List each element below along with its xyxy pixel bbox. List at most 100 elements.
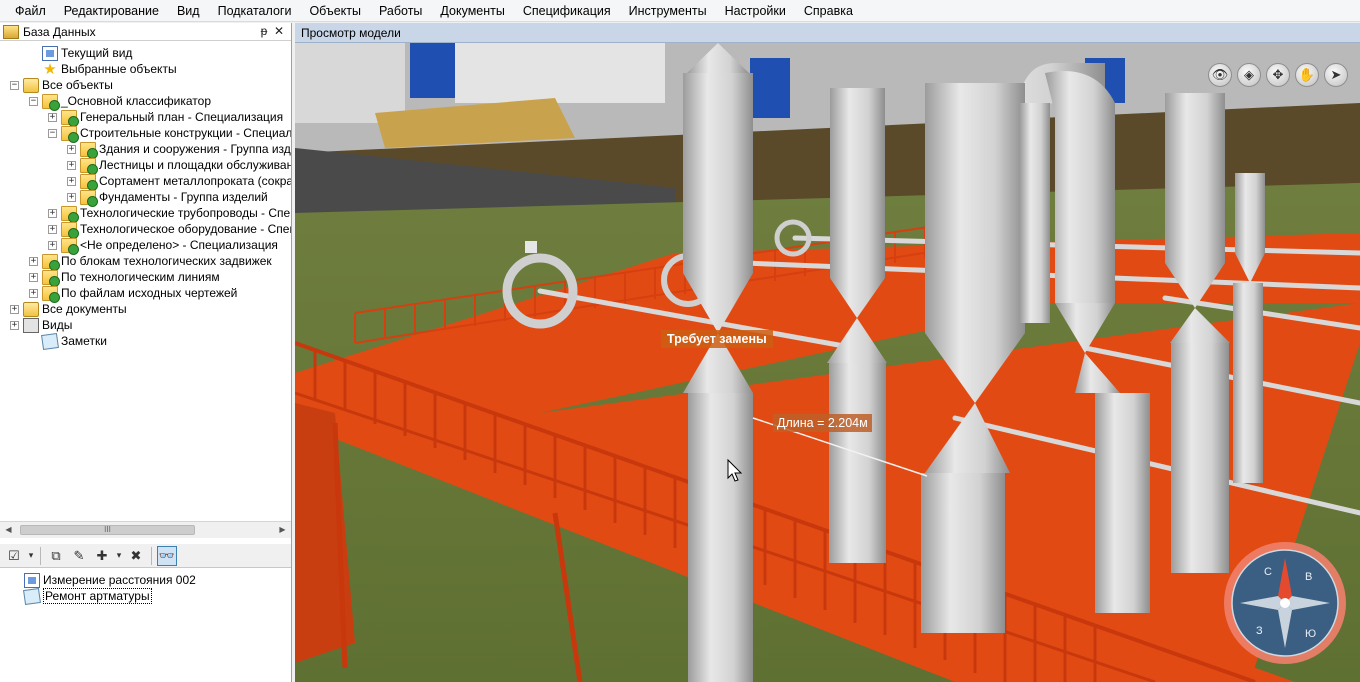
horizontal-scrollbar[interactable]: ◀ III ▶ <box>0 521 291 538</box>
tree-item[interactable]: − _Основной классификатор <box>29 93 211 111</box>
tree-item-label: Все объекты <box>42 78 113 92</box>
pin-icon[interactable]: ᵽ <box>257 23 271 40</box>
folder-icon <box>80 173 98 191</box>
menu-item[interactable]: Работы <box>370 0 431 22</box>
menu-item[interactable]: Спецификация <box>514 0 620 22</box>
tree-item[interactable]: Заметки <box>29 332 107 350</box>
scroll-thumb[interactable]: III <box>20 525 195 535</box>
expand-icon[interactable]: + <box>10 304 19 314</box>
menu-item[interactable]: Файл <box>6 0 55 22</box>
3d-scene[interactable] <box>295 43 1360 682</box>
note-item-label: Измерение расстояния 002 <box>43 573 196 587</box>
tree-item[interactable]: ★ Выбранные объекты <box>29 60 177 78</box>
menu-item[interactable]: Справка <box>795 0 862 22</box>
dropdown-icon[interactable]: ▾ <box>27 546 35 566</box>
note-item[interactable]: Измерение расстояния 002 <box>24 572 196 588</box>
fly-icon[interactable]: ➤ <box>1324 63 1348 87</box>
expand-icon[interactable]: + <box>29 256 38 266</box>
close-icon[interactable]: ✕ <box>272 23 286 40</box>
folder-icon <box>61 205 79 223</box>
tree-item[interactable]: + Технологические трубопроводы - Специа <box>48 205 291 223</box>
expand-icon[interactable]: + <box>48 112 57 122</box>
star-icon: ★ <box>43 60 57 78</box>
scroll-left-icon[interactable]: ◀ <box>0 522 17 538</box>
glasses-icon[interactable]: 👓 <box>157 545 177 566</box>
notes-toolbar: ☑ ▾ ⧉ ✎ ✚ ▾ ✖ 👓 <box>0 544 291 568</box>
tree-item[interactable]: + Сортамент металлопроката (сокраще <box>67 173 291 191</box>
tree-item[interactable]: + <Не определено> - Специализация <box>48 237 278 255</box>
menu-item[interactable]: Документы <box>431 0 513 22</box>
tree-item-label: Лестницы и площадки обслуживания <box>99 158 291 172</box>
compass-south: Ю <box>1305 628 1316 640</box>
tree-item[interactable]: + Генеральный план - Специализация <box>48 109 284 127</box>
collapse-icon[interactable]: − <box>48 128 57 138</box>
menu-item[interactable]: Объекты <box>300 0 370 22</box>
expand-icon[interactable]: + <box>29 288 38 298</box>
note-item[interactable]: Ремонт артматуры <box>23 587 152 605</box>
ruler-icon <box>24 572 40 588</box>
expand-icon[interactable]: + <box>48 208 57 218</box>
expand-icon[interactable]: + <box>67 192 76 202</box>
views-icon <box>23 317 39 333</box>
expand-icon[interactable]: + <box>48 224 57 234</box>
tree-item[interactable]: Текущий вид <box>29 45 132 61</box>
expand-icon[interactable]: + <box>67 176 76 186</box>
database-panel: База Данных ᵽ ✕ Текущий вид ★ Выбранные об… <box>0 23 292 682</box>
tree-item[interactable]: + Виды <box>10 317 72 333</box>
folder-icon <box>61 237 79 255</box>
folder-icon <box>42 93 60 111</box>
tree-item-label: Выбранные объекты <box>61 62 177 76</box>
expand-icon[interactable]: + <box>48 240 57 250</box>
notes-icon <box>41 332 59 350</box>
tree-item-label: Технологические трубопроводы - Специа <box>80 206 291 220</box>
folder-open-icon <box>23 77 39 93</box>
tree-item[interactable]: + По блокам технологических задвижек <box>29 253 272 271</box>
add-note-icon[interactable]: ☑ <box>4 546 24 566</box>
rotate-icon[interactable]: ✥ <box>1266 63 1290 87</box>
menu-item[interactable]: Редактирование <box>55 0 168 22</box>
expand-icon[interactable]: + <box>10 320 19 330</box>
cube-view-icon[interactable]: ◈ <box>1237 63 1261 87</box>
scroll-right-icon[interactable]: ▶ <box>274 522 291 538</box>
tree-item[interactable]: + Лестницы и площадки обслуживания <box>67 157 291 175</box>
folder-icon <box>80 141 98 159</box>
menu-bar: Файл Редактирование Вид Подкаталоги Объекты Р… <box>0 0 1360 22</box>
tree-item-label: Генеральный план - Специализация <box>80 110 284 124</box>
measurement-label[interactable]: Длина = 2.204м <box>773 414 872 432</box>
tree-item[interactable]: − Все объекты <box>10 77 113 93</box>
collapse-icon[interactable]: − <box>29 96 38 106</box>
tree-item[interactable]: + Все документы <box>10 301 127 317</box>
tree-item-label: Виды <box>42 318 73 332</box>
eye-icon[interactable]: 👁 <box>1208 63 1232 87</box>
remove-tag-icon[interactable]: ✖ <box>126 546 146 566</box>
tree-item[interactable]: − Строительные конструкции - Специализа <box>48 125 291 143</box>
tree-item-label: Текущий вид <box>61 46 133 60</box>
compass-west: З <box>1256 625 1263 637</box>
tree-item-label: Сортамент металлопроката (сокраще <box>99 174 291 188</box>
expand-icon[interactable]: + <box>67 160 76 170</box>
note-tag-replace[interactable]: Требует замены <box>661 330 773 348</box>
add-tag-icon[interactable]: ✚ <box>92 546 112 566</box>
tree-item[interactable]: + Технологическое оборудование - Специа <box>48 221 291 239</box>
menu-item[interactable]: Инструменты <box>620 0 716 22</box>
tree-item[interactable]: + По файлам исходных чертежей <box>29 285 237 303</box>
model-viewer[interactable]: Просмотр модели 👁 ◈ ✥ ✋ ➤ Требует замены… <box>295 23 1360 682</box>
tree-item[interactable]: + По технологическим линиям <box>29 269 220 287</box>
copy-note-icon[interactable]: ⧉ <box>46 546 66 566</box>
edit-tag-icon[interactable]: ✎ <box>69 546 89 566</box>
menu-item[interactable]: Вид <box>168 0 209 22</box>
object-tree: Текущий вид ★ Выбранные объекты − Все объект… <box>0 41 291 519</box>
expand-icon[interactable]: + <box>67 144 76 154</box>
menu-item[interactable]: Подкаталоги <box>209 0 301 22</box>
hand-pan-icon[interactable]: ✋ <box>1295 63 1319 87</box>
tree-item-label: <Не определено> - Специализация <box>80 238 278 252</box>
tree-item-label: Технологическое оборудование - Специа <box>80 222 291 236</box>
compass-icon[interactable]: С В Ю З <box>1222 540 1348 666</box>
tree-item-label: Заметки <box>61 334 107 348</box>
tree-item[interactable]: + Здания и сооружения - Группа издели <box>67 141 291 159</box>
dropdown-icon[interactable]: ▾ <box>115 546 123 566</box>
menu-item[interactable]: Настройки <box>716 0 795 22</box>
expand-icon[interactable]: + <box>29 272 38 282</box>
collapse-icon[interactable]: − <box>10 80 19 90</box>
tree-item[interactable]: + Фундаменты - Группа изделий <box>67 189 268 207</box>
